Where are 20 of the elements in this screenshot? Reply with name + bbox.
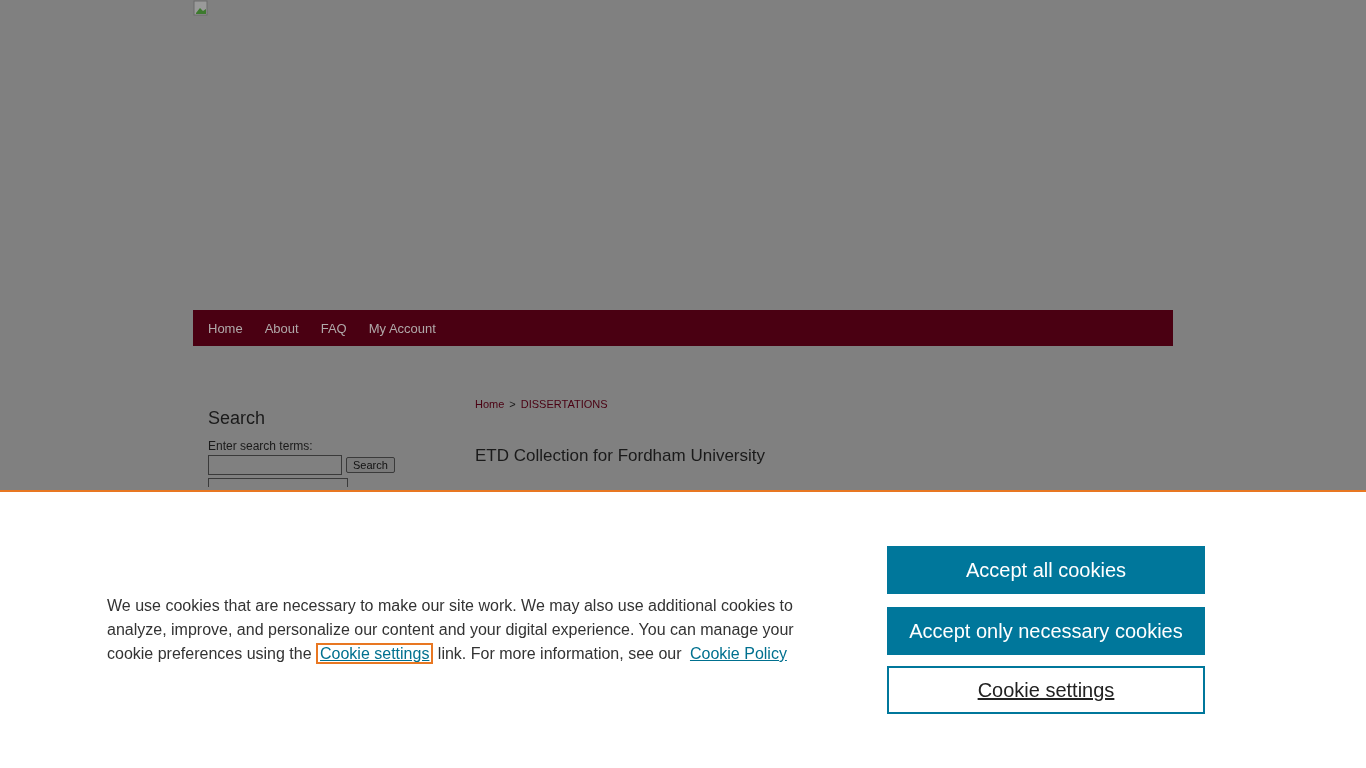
breadcrumb-separator: > bbox=[509, 398, 516, 410]
search-button[interactable]: Search bbox=[346, 457, 395, 473]
accept-button[interactable]: Accept all cookies bbox=[887, 546, 1205, 594]
breadcrumb-current[interactable]: DISSERTATIONS bbox=[520, 398, 608, 410]
search-field[interactable] bbox=[208, 455, 342, 475]
cookie-settings-button[interactable]: Cookie settings bbox=[887, 666, 1205, 714]
nav-link[interactable]: About bbox=[264, 320, 299, 336]
nav-link[interactable]: FAQ bbox=[320, 320, 347, 336]
nav-link[interactable]: My Account bbox=[368, 320, 436, 336]
page-title: ETD Collection for Fordham University bbox=[475, 446, 766, 466]
select-field[interactable] bbox=[208, 478, 348, 487]
breadcrumb-link[interactable]: Home bbox=[475, 398, 505, 410]
sidebar-heading: Search bbox=[208, 408, 267, 429]
cookie-policy-link[interactable]: Cookie Policy bbox=[687, 645, 789, 662]
accept-button[interactable]: Accept only necessary cookies bbox=[887, 607, 1205, 655]
nav-link[interactable]: Home bbox=[208, 320, 243, 336]
cookie-settings-link[interactable]: Cookie settings bbox=[318, 645, 432, 662]
search-label: Enter search terms: bbox=[208, 439, 314, 453]
cookie-notice-text: We use cookies that are necessary to make our site work. We may also use additional cookies to analyze, improve, and personalize our content and your digital experience. You can manage your cookie preferences using the Cookie settings link. For more information, see our Cookie Policy bbox=[107, 596, 795, 664]
broken-image-icon bbox=[193, 0, 209, 16]
